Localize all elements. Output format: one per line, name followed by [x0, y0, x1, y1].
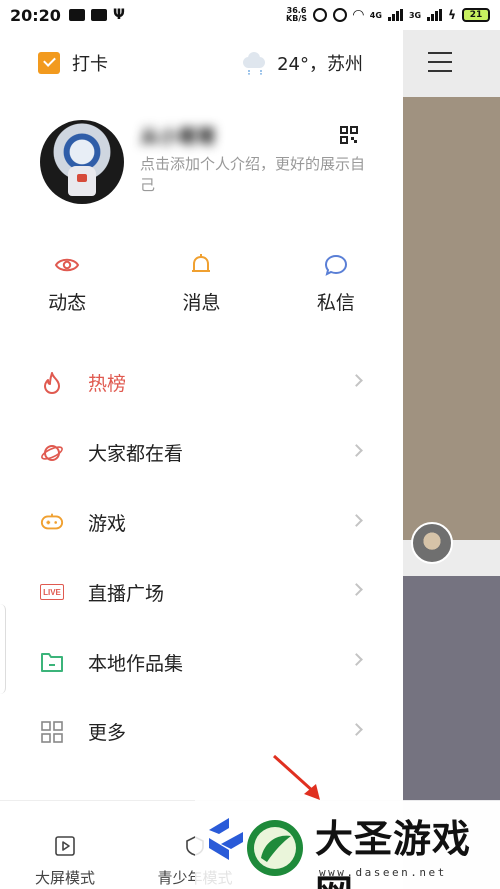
- calendar-check-icon: [38, 52, 60, 74]
- live-tag: LIVE: [40, 584, 64, 601]
- quick-action-messages[interactable]: 消息: [134, 252, 268, 315]
- watermark-url: www.daseen.net: [319, 866, 447, 879]
- chevron-right-icon: [350, 443, 363, 457]
- net-speed: 36.6 KB/S: [286, 7, 307, 23]
- menu-item-label: 更多: [88, 722, 127, 745]
- signal-label-2: 3G: [408, 10, 422, 20]
- quick-action-label: 动态: [48, 292, 87, 314]
- chevron-right-icon: [350, 583, 363, 597]
- mail-icon: [68, 9, 85, 21]
- chevron-right-icon: [350, 374, 363, 387]
- signal-icon-1: [387, 9, 403, 21]
- status-time: 20:20: [10, 5, 61, 25]
- menu-item-local-works[interactable]: 本地作品集: [0, 627, 403, 697]
- menu-item-label: 热榜: [88, 373, 127, 396]
- menu-item-label: 本地作品集: [88, 652, 184, 675]
- menu-item-label: 游戏: [88, 512, 127, 535]
- feed-video-thumbnail-2[interactable]: [403, 576, 500, 801]
- profile-bio[interactable]: 点击添加个人介绍，更好的展示自己: [140, 154, 365, 196]
- astronaut-badge: [77, 174, 87, 182]
- alarm-icon: [333, 8, 348, 22]
- quick-action-feed[interactable]: 动态: [0, 252, 134, 315]
- usb-icon: Ψ: [112, 7, 125, 23]
- hamburger-menu-icon[interactable]: [428, 52, 452, 79]
- folder-icon: [40, 650, 64, 674]
- nfc-icon: [313, 8, 328, 22]
- chevron-right-icon: [350, 723, 363, 736]
- charging-icon: ϟ: [448, 8, 456, 22]
- big-screen-mode-button[interactable]: 大屏模式: [0, 801, 130, 889]
- flame-icon: [40, 371, 64, 395]
- weather-text: 24°，苏州: [277, 54, 363, 75]
- status-right: 36.6 KB/S ◠ 4G 3G ϟ 21: [286, 7, 490, 23]
- watermark: 大圣游戏网 www.daseen.net: [195, 800, 500, 889]
- side-drawer: 打卡 24°，苏州 从小哥哥 点击添加个人介绍，更好的展示自己 动态 消息 私信…: [0, 30, 403, 889]
- feed-author-avatar[interactable]: [411, 522, 453, 564]
- chat-bubble-icon: [324, 254, 347, 276]
- profile-username[interactable]: 从小哥哥: [140, 122, 216, 149]
- menu-item-label: 大家都在看: [88, 443, 184, 466]
- wifi-icon: ◠: [353, 7, 364, 23]
- battery-indicator: 21: [462, 8, 490, 22]
- cat-icon: [90, 9, 107, 21]
- background-feed: [403, 30, 500, 889]
- profile-avatar[interactable]: [40, 120, 124, 204]
- grid-icon: [40, 720, 64, 744]
- bottom-bar-label: 大屏模式: [34, 869, 95, 887]
- net-speed-unit: KB/S: [286, 14, 308, 23]
- quick-actions: 动态 消息 私信: [0, 252, 403, 315]
- eye-icon: [55, 258, 80, 272]
- planet-icon: [40, 441, 64, 465]
- bell-icon: [192, 254, 211, 272]
- menu-item-trending[interactable]: 大家都在看: [0, 418, 403, 488]
- gamepad-icon: [40, 510, 64, 534]
- status-bar: 20:20 Ψ 36.6 KB/S ◠ 4G 3G ϟ 21: [0, 0, 500, 30]
- checkin-button[interactable]: 打卡: [38, 50, 108, 76]
- signal-icon-2: [427, 9, 443, 21]
- chevron-right-icon: [350, 513, 363, 527]
- chevron-right-icon: [350, 653, 363, 667]
- quick-action-label: 消息: [182, 292, 221, 314]
- menu-item-games[interactable]: 游戏: [0, 488, 403, 558]
- weather-widget[interactable]: 24°，苏州: [241, 50, 363, 76]
- quick-action-label: 私信: [316, 292, 355, 314]
- signal-label-1: 4G: [369, 10, 382, 20]
- rain-cloud-icon: [241, 52, 267, 75]
- live-icon: LIVE: [40, 580, 64, 604]
- play-screen-icon: [55, 836, 75, 856]
- menu-item-live-plaza[interactable]: LIVE 直播广场: [0, 557, 403, 627]
- menu-item-hot-list[interactable]: 热榜: [0, 348, 403, 418]
- menu-item-label: 直播广场: [88, 582, 165, 605]
- site-logo: [209, 818, 303, 876]
- quick-action-direct-messages[interactable]: 私信: [269, 252, 403, 315]
- feed-header: [403, 30, 500, 97]
- drawer-menu: 热榜 大家都在看 游戏 LIVE 直播广场 本地作品集 更多: [0, 348, 403, 767]
- notification-icons: Ψ: [68, 7, 125, 23]
- qr-code-icon[interactable]: [340, 126, 358, 144]
- menu-item-more[interactable]: 更多: [0, 697, 403, 767]
- checkin-label: 打卡: [72, 54, 108, 75]
- red-arrow-annotation: [272, 754, 320, 800]
- feed-video-thumbnail[interactable]: [403, 97, 500, 540]
